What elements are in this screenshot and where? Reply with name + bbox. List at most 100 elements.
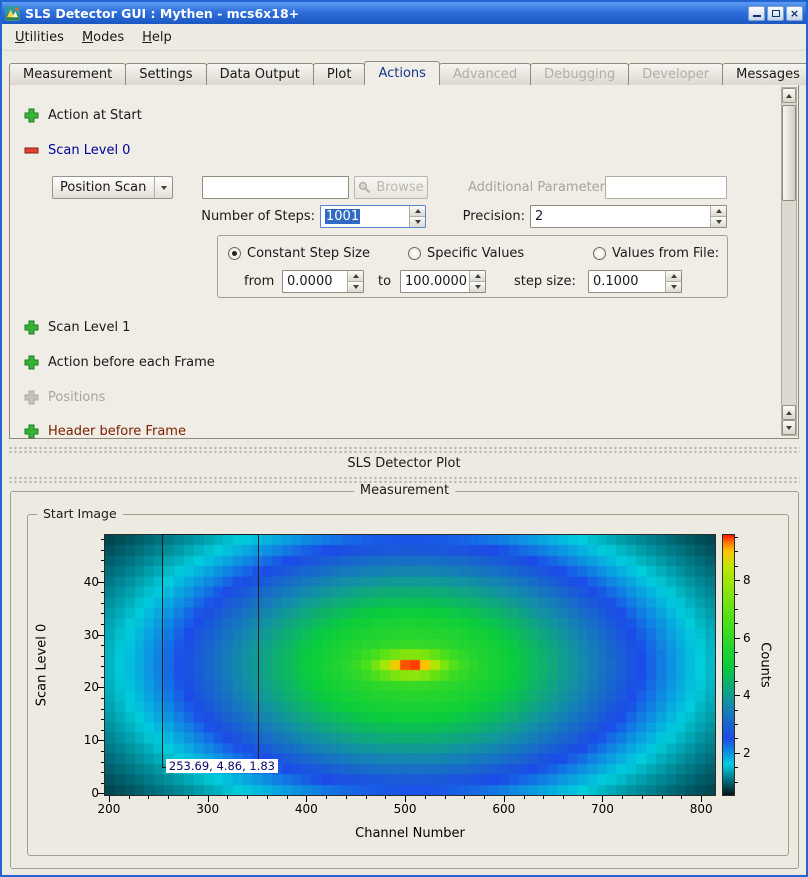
tab-settings[interactable]: Settings xyxy=(125,63,206,85)
scan-level-1-row[interactable]: Scan Level 1 xyxy=(24,319,130,335)
x-minor-tick xyxy=(287,796,288,799)
window-controls: × xyxy=(748,6,803,21)
y-minor-tick xyxy=(101,560,104,561)
spin-down-button[interactable] xyxy=(666,281,681,292)
menu-modes[interactable]: Modes xyxy=(73,27,133,48)
scan-level-0-label[interactable]: Scan Level 0 xyxy=(48,143,130,158)
script-file-input[interactable] xyxy=(202,176,349,199)
precision-arrows xyxy=(710,206,726,227)
from-spinbox[interactable]: 0.0000 xyxy=(282,270,364,293)
x-minor-tick xyxy=(425,796,426,799)
y-tick-label: 40 xyxy=(58,575,99,589)
action-at-start-row[interactable]: Action at Start xyxy=(24,107,142,123)
colorbar-minor-tick xyxy=(735,767,738,768)
y-minor-tick xyxy=(101,730,104,731)
minimize-button[interactable] xyxy=(748,6,765,21)
colorbar-minor-tick xyxy=(735,609,738,610)
maximize-button[interactable] xyxy=(767,6,784,21)
menu-help[interactable]: Help xyxy=(133,27,181,48)
vertical-scrollbar[interactable] xyxy=(781,87,797,436)
scroll-down-button[interactable] xyxy=(782,420,796,435)
spin-down-button[interactable] xyxy=(348,281,363,292)
expand-plus-icon[interactable] xyxy=(24,424,39,439)
spin-down-button[interactable] xyxy=(470,281,485,292)
spin-up-button[interactable] xyxy=(410,206,425,216)
scrollbar-thumb[interactable] xyxy=(782,105,796,201)
number-of-steps-value[interactable]: 1001 xyxy=(325,209,360,224)
expand-plus-icon[interactable] xyxy=(24,108,39,123)
positions-row: Positions xyxy=(24,389,105,405)
number-of-steps-spinbox[interactable]: 1001 xyxy=(320,205,426,228)
colorbar-major-tick xyxy=(735,695,740,696)
scrollbar-track[interactable] xyxy=(782,103,796,405)
tab-developer: Developer xyxy=(628,63,723,85)
tab-actions[interactable]: Actions xyxy=(364,61,440,85)
y-minor-tick xyxy=(101,751,104,752)
menu-utilities[interactable]: Utilities xyxy=(6,27,73,48)
close-icon: × xyxy=(790,8,799,19)
colorbar-title: Counts xyxy=(758,642,773,687)
spin-up-button[interactable] xyxy=(666,271,681,281)
collapse-minus-icon[interactable] xyxy=(24,143,39,158)
radio-specific-label: Specific Values xyxy=(427,246,524,261)
colorbar-minor-tick xyxy=(735,681,738,682)
to-label: to xyxy=(378,274,391,289)
expand-plus-icon[interactable] xyxy=(24,355,39,370)
action-before-frame-row[interactable]: Action before each Frame xyxy=(24,354,215,370)
number-of-steps-arrows xyxy=(409,206,425,227)
to-value[interactable]: 100.0000 xyxy=(401,271,469,292)
x-minor-tick xyxy=(622,796,623,799)
y-minor-tick xyxy=(101,709,104,710)
spin-up-button[interactable] xyxy=(711,206,726,216)
action-before-frame-label[interactable]: Action before each Frame xyxy=(48,355,215,370)
spin-up-button[interactable] xyxy=(348,271,363,281)
to-spinbox[interactable]: 100.0000 xyxy=(400,270,486,293)
y-minor-tick xyxy=(101,698,104,699)
y-minor-tick xyxy=(101,666,104,667)
title-bar[interactable]: SLS Detector GUI : Mythen - mcs6x18+ × xyxy=(2,2,806,24)
tab-advanced: Advanced xyxy=(439,63,531,85)
tab-data-output[interactable]: Data Output xyxy=(206,63,314,85)
splitter-handle-icon[interactable] xyxy=(8,446,800,454)
browse-label: Browse xyxy=(376,180,423,195)
maximize-icon xyxy=(772,10,780,17)
tab-measurement[interactable]: Measurement xyxy=(9,63,126,85)
scan-level-1-label[interactable]: Scan Level 1 xyxy=(48,320,130,335)
y-minor-tick xyxy=(101,603,104,604)
window-title: SLS Detector GUI : Mythen - mcs6x18+ xyxy=(25,6,743,21)
header-before-frame-row[interactable]: Header before Frame xyxy=(24,423,186,439)
x-axis-title: Channel Number xyxy=(355,826,465,841)
close-button[interactable]: × xyxy=(786,6,803,21)
spin-down-button[interactable] xyxy=(410,216,425,227)
spin-up-button[interactable] xyxy=(470,271,485,281)
precision-spinbox[interactable]: 2 xyxy=(530,205,727,228)
header-before-frame-label[interactable]: Header before Frame xyxy=(48,424,186,439)
radio-values-from-file[interactable]: Values from File: xyxy=(593,245,719,261)
radio-constant-step-size[interactable]: Constant Step Size xyxy=(228,245,370,261)
spin-down-button[interactable] xyxy=(711,216,726,227)
step-size-spinbox[interactable]: 0.1000 xyxy=(588,270,682,293)
colorbar-minor-tick xyxy=(735,782,738,783)
radio-specific-values[interactable]: Specific Values xyxy=(408,245,524,261)
precision-value[interactable]: 2 xyxy=(531,206,710,227)
step-size-value[interactable]: 0.1000 xyxy=(589,271,665,292)
scroll-up-button-bottom[interactable] xyxy=(782,405,796,420)
expand-plus-icon[interactable] xyxy=(24,320,39,335)
action-at-start-label[interactable]: Action at Start xyxy=(48,108,142,123)
app-icon xyxy=(5,6,20,21)
tab-messages[interactable]: Messages xyxy=(722,63,808,85)
from-value[interactable]: 0.0000 xyxy=(283,271,347,292)
zoom-selection-rect xyxy=(162,534,259,768)
measurement-group-title: Measurement xyxy=(354,483,455,498)
tab-plot[interactable]: Plot xyxy=(313,63,366,85)
actions-tab-panel: Action at Start Scan Level 0 Position Sc… xyxy=(9,84,799,439)
x-minor-tick xyxy=(267,796,268,799)
additional-parameter-input[interactable] xyxy=(605,176,727,199)
x-minor-tick xyxy=(543,796,544,799)
scan-mode-combobox[interactable]: Position Scan xyxy=(52,176,173,199)
colorbar-minor-tick xyxy=(735,594,738,595)
menu-bar: UtilitiesModesHelp xyxy=(2,24,806,51)
scroll-up-button[interactable] xyxy=(782,88,796,103)
x-minor-tick xyxy=(148,796,149,799)
scan-level-0-row[interactable]: Scan Level 0 xyxy=(24,142,130,158)
